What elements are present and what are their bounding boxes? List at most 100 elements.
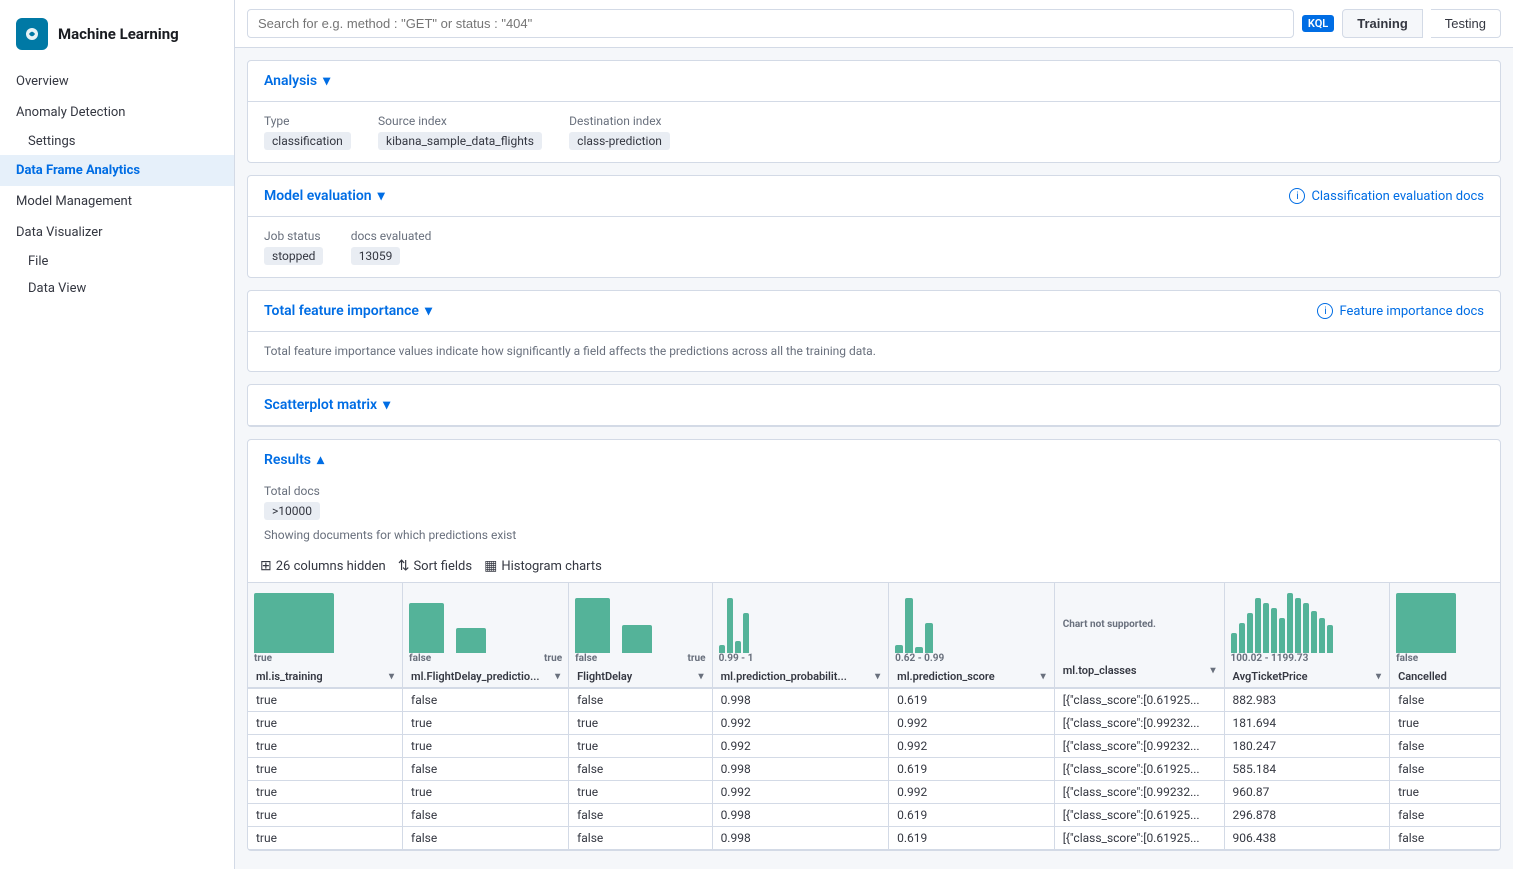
col-flight-delay-pred: falsetrue ml.FlightDelay_predictio... ▾	[403, 583, 569, 688]
cell-row0-col5: [{"class_score":[0.61925...	[1054, 688, 1224, 712]
model-eval-title[interactable]: Model evaluation	[264, 188, 385, 204]
analysis-chevron	[323, 73, 330, 89]
cell-row6-col3: 0.998	[712, 827, 889, 850]
cell-row4-col1: true	[403, 781, 569, 804]
cell-row5-col5: [{"class_score":[0.61925...	[1054, 804, 1224, 827]
model-evaluation-section: Model evaluation i Classification evalua…	[247, 175, 1501, 278]
col-ml-is-training: true ml.is_training ▾	[248, 583, 403, 688]
col-pred-score-chevron: ▾	[1041, 671, 1046, 682]
cell-row1-col1: true	[403, 712, 569, 735]
cell-row0-col2: false	[569, 688, 712, 712]
cell-row1-col3: 0.992	[712, 712, 889, 735]
main-content: KQL Training Testing Analysis Type class…	[235, 0, 1513, 869]
col-top-classes: Chart not supported. ml.top_classes ▾	[1054, 583, 1224, 688]
table-row: truefalsefalse0.9980.619[{"class_score":…	[248, 804, 1500, 827]
col-avg-ticket-price: 100.02 - 1199.73 AvgTicketPrice ▾	[1224, 583, 1390, 688]
testing-tab[interactable]: Testing	[1431, 9, 1501, 38]
col-cancelled: false Cancelled	[1390, 583, 1500, 688]
results-chevron	[317, 452, 324, 468]
sidebar-item-data-visualizer[interactable]: Data Visualizer	[0, 217, 234, 248]
feature-importance-desc: Total feature importance values indicate…	[264, 344, 876, 358]
content-area: Analysis Type classification Source inde…	[235, 48, 1513, 869]
cell-row2-col5: [{"class_score":[0.99232...	[1054, 735, 1224, 758]
cell-row3-col2: false	[569, 758, 712, 781]
col-pred-score: 0.62 - 0.99 ml.prediction_score ▾	[889, 583, 1055, 688]
sidebar-item-overview[interactable]: Overview	[0, 66, 234, 97]
analysis-body: Type classification Source index kibana_…	[248, 102, 1500, 162]
col-flight-delay: falsetrue FlightDelay ▾	[569, 583, 712, 688]
cell-row3-col0: true	[248, 758, 403, 781]
sort-icon: ⇅	[398, 558, 410, 574]
feature-importance-header: Total feature importance i Feature impor…	[248, 291, 1500, 332]
cell-row6-col6: 906.438	[1224, 827, 1390, 850]
cell-row3-col4: 0.619	[889, 758, 1055, 781]
table-row: truefalsefalse0.9980.619[{"class_score":…	[248, 827, 1500, 850]
table-row: truefalsefalse0.9980.619[{"class_score":…	[248, 758, 1500, 781]
kql-badge[interactable]: KQL	[1302, 15, 1334, 32]
sort-fields-btn[interactable]: ⇅ Sort fields	[398, 558, 472, 574]
cell-row5-col2: false	[569, 804, 712, 827]
cell-row5-col6: 296.878	[1224, 804, 1390, 827]
feature-importance-title[interactable]: Total feature importance	[264, 303, 432, 319]
job-status-field: Job status stopped	[264, 229, 323, 265]
model-eval-body: Job status stopped docs evaluated 13059	[248, 217, 1500, 277]
cell-row6-col0: true	[248, 827, 403, 850]
columns-hidden-toggle[interactable]: ⊞ 26 columns hidden	[260, 558, 386, 574]
results-header: Results	[248, 440, 1500, 472]
cell-row2-col2: true	[569, 735, 712, 758]
sidebar-item-model-management[interactable]: Model Management	[0, 186, 234, 217]
cell-row4-col3: 0.992	[712, 781, 889, 804]
scatterplot-title[interactable]: Scatterplot matrix	[264, 397, 390, 413]
feature-importance-docs-link[interactable]: i Feature importance docs	[1317, 303, 1484, 319]
cell-row6-col5: [{"class_score":[0.61925...	[1054, 827, 1224, 850]
feature-importance-body: Total feature importance values indicate…	[248, 332, 1500, 371]
cell-row5-col1: false	[403, 804, 569, 827]
cell-row2-col1: true	[403, 735, 569, 758]
histogram-charts-btn[interactable]: ▦ Histogram charts	[484, 558, 602, 574]
cell-row2-col0: true	[248, 735, 403, 758]
cell-row2-col3: 0.992	[712, 735, 889, 758]
analysis-title[interactable]: Analysis	[264, 73, 330, 89]
sidebar-nav: Overview Anomaly Detection Settings Data…	[0, 66, 234, 302]
results-section: Results Total docs >10000 Showing docume…	[247, 439, 1501, 851]
sidebar-item-data-view[interactable]: Data View	[0, 275, 234, 302]
col-avg-ticket-chevron: ▾	[1376, 671, 1381, 682]
results-table-wrap: true ml.is_training ▾	[248, 583, 1500, 850]
training-tab[interactable]: Training	[1342, 9, 1423, 38]
sidebar-item-anomaly-detection[interactable]: Anomaly Detection	[0, 97, 234, 128]
classification-eval-docs-link[interactable]: i Classification evaluation docs	[1289, 188, 1484, 204]
cell-row1-col0: true	[248, 712, 403, 735]
cell-row3-col3: 0.998	[712, 758, 889, 781]
scatterplot-chevron	[383, 397, 390, 413]
cell-row0-col0: true	[248, 688, 403, 712]
col-flight-delay-chevron: ▾	[699, 671, 704, 682]
cell-row4-col4: 0.992	[889, 781, 1055, 804]
job-status-value: stopped	[264, 247, 323, 265]
table-row: truetruetrue0.9920.992[{"class_score":[0…	[248, 712, 1500, 735]
app-logo	[16, 18, 48, 50]
cell-row6-col7: false	[1390, 827, 1500, 850]
app-title: Machine Learning	[58, 25, 179, 43]
cell-row3-col1: false	[403, 758, 569, 781]
col-flight-delay-pred-chevron: ▾	[555, 671, 560, 682]
sidebar-header: Machine Learning	[0, 8, 234, 66]
feature-importance-chevron	[425, 303, 432, 319]
cell-row0-col1: false	[403, 688, 569, 712]
columns-icon: ⊞	[260, 558, 272, 574]
cell-row0-col7: false	[1390, 688, 1500, 712]
sidebar-item-data-frame-analytics[interactable]: Data Frame Analytics	[0, 155, 234, 186]
cell-row1-col4: 0.992	[889, 712, 1055, 735]
results-title[interactable]: Results	[264, 452, 1484, 468]
showing-text: Showing documents for which predictions …	[248, 528, 1500, 550]
type-value: classification	[264, 132, 351, 150]
scatterplot-section: Scatterplot matrix	[247, 384, 1501, 427]
cell-row3-col5: [{"class_score":[0.61925...	[1054, 758, 1224, 781]
topbar: KQL Training Testing	[235, 0, 1513, 48]
col-top-classes-chevron: ▾	[1210, 665, 1215, 676]
cell-row5-col0: true	[248, 804, 403, 827]
cell-row1-col2: true	[569, 712, 712, 735]
sidebar-item-settings[interactable]: Settings	[0, 128, 234, 155]
sidebar-item-file[interactable]: File	[0, 248, 234, 275]
search-input[interactable]	[247, 9, 1294, 38]
docs-evaluated-field: docs evaluated 13059	[351, 229, 432, 265]
